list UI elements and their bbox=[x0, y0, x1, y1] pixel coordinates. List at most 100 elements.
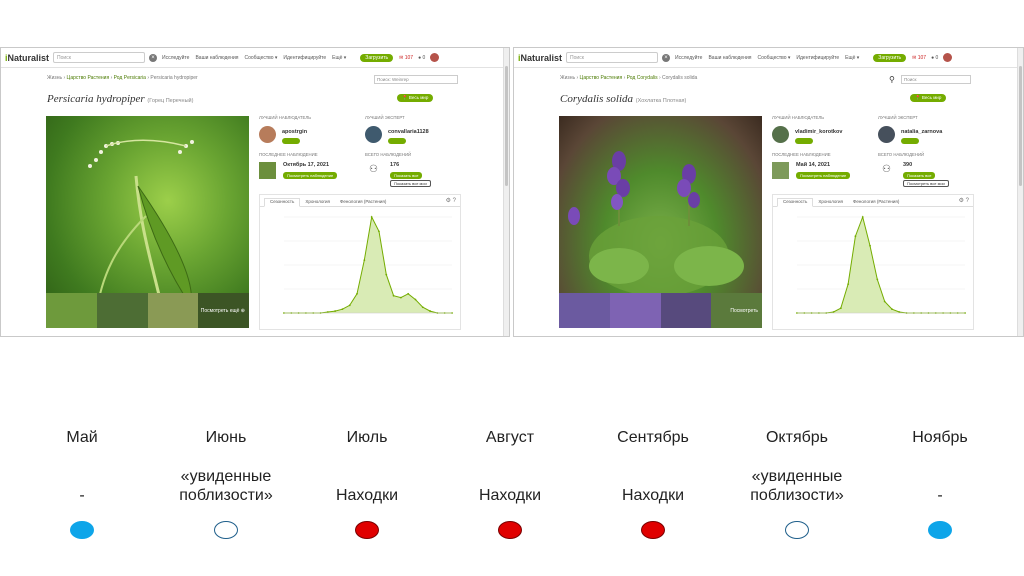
top-identifier-name[interactable]: natalia_zarnova bbox=[901, 129, 942, 135]
breadcrumb-item[interactable]: Род Corydalis bbox=[627, 75, 658, 81]
nav-more[interactable]: Ещё ▾ bbox=[845, 55, 859, 61]
upload-button[interactable]: Загрузить bbox=[360, 53, 394, 62]
nav-community[interactable]: Сообщество ▾ bbox=[244, 55, 277, 61]
data-point[interactable] bbox=[378, 230, 380, 233]
top-observer-name[interactable]: vladimir_korotkov bbox=[795, 129, 842, 135]
data-point[interactable] bbox=[898, 311, 901, 313]
data-point[interactable] bbox=[356, 292, 358, 295]
data-point[interactable] bbox=[861, 216, 864, 218]
taxon-search-field[interactable]: Поиск: Weinrep bbox=[374, 75, 458, 84]
tab-history[interactable]: Хронология bbox=[813, 199, 848, 206]
observer-avatar[interactable] bbox=[772, 126, 789, 143]
data-point[interactable] bbox=[839, 307, 842, 310]
nav-your-observations[interactable]: Ваши наблюдения bbox=[708, 55, 751, 61]
mail-icon[interactable]: ✉ 107 bbox=[912, 55, 926, 61]
data-point[interactable] bbox=[326, 311, 329, 313]
view-more-photos-link[interactable]: Посмотреть bbox=[730, 308, 758, 314]
data-point[interactable] bbox=[334, 310, 337, 312]
nav-your-observations[interactable]: Ваши наблюдения bbox=[195, 55, 238, 61]
tab-phenology[interactable]: Фенология (Растения) bbox=[335, 199, 391, 206]
show-my-observations-button[interactable]: Показать все мои bbox=[390, 180, 431, 187]
breadcrumb-item[interactable]: Жизнь bbox=[560, 75, 575, 81]
scrollbar-thumb[interactable] bbox=[505, 66, 508, 186]
data-point[interactable] bbox=[370, 216, 373, 218]
breadcrumb-item[interactable]: Жизнь bbox=[47, 75, 62, 81]
data-point[interactable] bbox=[399, 296, 402, 299]
data-point[interactable] bbox=[832, 311, 835, 313]
chat-icon[interactable]: ● 0 bbox=[931, 55, 938, 61]
upload-button[interactable]: Загрузить bbox=[873, 53, 907, 62]
search-input[interactable]: Поиск bbox=[566, 52, 659, 63]
data-point[interactable] bbox=[392, 294, 395, 297]
status-label: Находки bbox=[335, 487, 399, 504]
species-photo[interactable]: Посмотреть ещё ⊕ bbox=[46, 116, 249, 328]
user-avatar[interactable] bbox=[430, 53, 440, 62]
data-point[interactable] bbox=[891, 308, 893, 311]
view-observation-button[interactable]: Посмотреть наблюдение bbox=[283, 172, 338, 179]
thumbnail[interactable] bbox=[609, 293, 661, 328]
data-point[interactable] bbox=[847, 283, 850, 286]
data-point[interactable] bbox=[854, 235, 857, 238]
search-input[interactable]: Поиск bbox=[53, 52, 146, 63]
species-photo[interactable]: Посмотреть bbox=[559, 116, 762, 328]
view-observation-button[interactable]: Посмотреть наблюдение bbox=[796, 172, 851, 179]
scrollbar[interactable] bbox=[1017, 48, 1023, 336]
show-my-observations-button[interactable]: Посмотреть все мои bbox=[903, 180, 949, 187]
thumbnail[interactable] bbox=[559, 293, 610, 328]
scrollbar[interactable] bbox=[503, 48, 509, 336]
chart-settings-icons[interactable]: ⚙ ? bbox=[446, 197, 456, 204]
identifier-avatar[interactable] bbox=[365, 126, 382, 143]
show-all-button[interactable]: Показать все bbox=[903, 172, 936, 179]
place-filter-pill[interactable]: 📍 Весь мир bbox=[910, 94, 947, 102]
nav-more[interactable]: Ещё ▾ bbox=[332, 55, 346, 61]
inaturalist-logo[interactable]: iNaturalist bbox=[518, 53, 562, 63]
data-point[interactable] bbox=[429, 310, 431, 312]
search-clear-icon[interactable]: × bbox=[662, 53, 671, 62]
breadcrumb-item[interactable]: Царство Растения bbox=[67, 75, 110, 81]
data-point[interactable] bbox=[421, 306, 424, 309]
thumbnail[interactable] bbox=[46, 293, 97, 328]
data-point[interactable] bbox=[414, 298, 417, 301]
show-all-button[interactable]: Показать все bbox=[390, 172, 423, 179]
top-observer-name[interactable]: apostrgin bbox=[282, 129, 307, 135]
nav-community[interactable]: Сообщество ▾ bbox=[757, 55, 790, 61]
data-point[interactable] bbox=[876, 278, 879, 281]
tab-history[interactable]: Хронология bbox=[300, 199, 335, 206]
data-point[interactable] bbox=[883, 300, 886, 303]
nav-identify[interactable]: Идентифицируйте bbox=[796, 55, 839, 61]
tab-seasonality[interactable]: Сезонность bbox=[264, 198, 301, 207]
nav-explore[interactable]: Исследуйте bbox=[162, 55, 189, 61]
data-point[interactable] bbox=[407, 292, 410, 295]
thumbnail[interactable] bbox=[147, 293, 199, 328]
chat-icon[interactable]: ● 0 bbox=[418, 55, 425, 61]
data-point[interactable] bbox=[341, 308, 344, 311]
inaturalist-logo[interactable]: iNaturalist bbox=[5, 53, 49, 63]
data-point[interactable] bbox=[385, 273, 388, 276]
data-point[interactable] bbox=[348, 304, 351, 307]
observer-avatar[interactable] bbox=[259, 126, 276, 143]
view-more-photos-link[interactable]: Посмотреть ещё ⊕ bbox=[201, 308, 245, 314]
nav-identify[interactable]: Идентифицируйте bbox=[283, 55, 326, 61]
search-icon[interactable]: ⚲ bbox=[889, 75, 895, 84]
data-point[interactable] bbox=[869, 244, 871, 247]
thumbnail[interactable] bbox=[660, 293, 712, 328]
observer-badge bbox=[282, 138, 300, 144]
top-identifier-name[interactable]: convallaria1128 bbox=[388, 129, 429, 135]
user-avatar[interactable] bbox=[943, 53, 953, 62]
taxon-search-field[interactable]: Поиск bbox=[901, 75, 971, 84]
breadcrumb-item[interactable]: Царство Растения bbox=[580, 75, 623, 81]
chart-settings-icons[interactable]: ⚙ ? bbox=[959, 197, 969, 204]
thumbnail[interactable] bbox=[96, 293, 148, 328]
data-point[interactable] bbox=[363, 259, 366, 262]
scrollbar-thumb[interactable] bbox=[1019, 66, 1022, 186]
breadcrumb-item[interactable]: Род Persicaria bbox=[114, 75, 146, 81]
search-clear-icon[interactable]: × bbox=[149, 53, 158, 62]
mail-icon[interactable]: ✉ 107 bbox=[399, 55, 413, 61]
tab-phenology[interactable]: Фенология (Растения) bbox=[848, 199, 904, 206]
latest-observation-thumb[interactable] bbox=[259, 162, 276, 179]
tab-seasonality[interactable]: Сезонность bbox=[777, 198, 814, 207]
nav-explore[interactable]: Исследуйте bbox=[675, 55, 702, 61]
identifier-avatar[interactable] bbox=[878, 126, 895, 143]
latest-observation-thumb[interactable] bbox=[772, 162, 789, 179]
place-filter-pill[interactable]: 📍 Весь мир bbox=[397, 94, 434, 102]
